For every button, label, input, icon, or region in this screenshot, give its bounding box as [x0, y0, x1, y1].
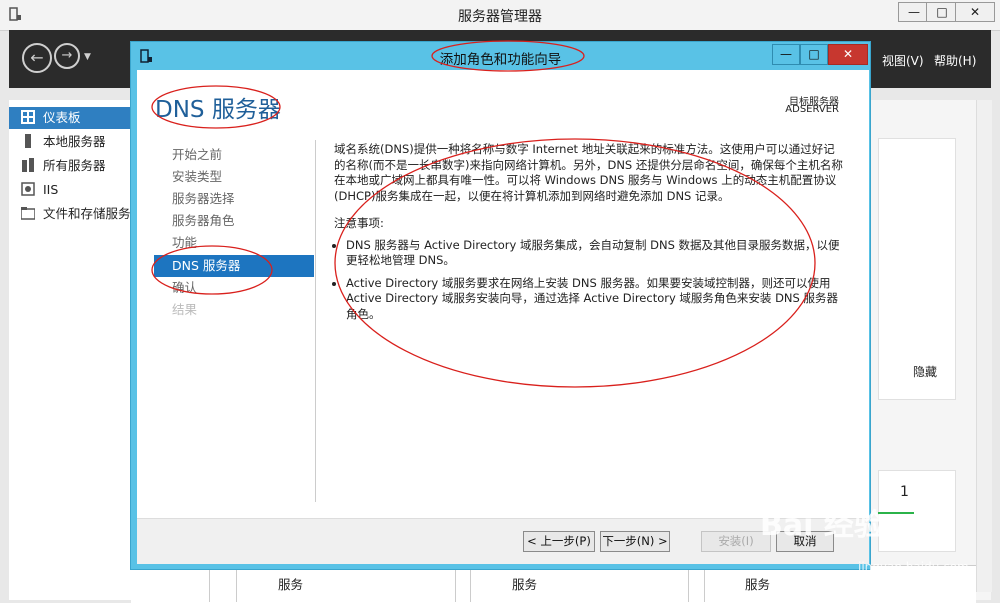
sidebar-item-all-servers[interactable]: 所有服务器 — [9, 155, 131, 177]
baidu-watermark: Bai 经验 — [760, 508, 884, 543]
dialog-minimize-button[interactable]: — — [772, 44, 800, 65]
dialog-title: 添加角色和功能向导 — [439, 52, 562, 68]
sidebar-item-dashboard[interactable]: 仪表板 — [9, 107, 131, 129]
wizard-step-confirmation[interactable]: 确认 — [154, 277, 314, 299]
target-server-name: ADSERVER — [785, 104, 839, 115]
wizard-step-installation-type[interactable]: 安装类型 — [154, 166, 314, 188]
notes-list: DNS 服务器与 Active Directory 域服务集成，会自动复制 DN… — [334, 238, 844, 323]
sidebar-item-label: IIS — [43, 182, 59, 197]
outer-maximize-button[interactable]: □ — [926, 2, 958, 22]
previous-button[interactable]: < 上一步(P) — [523, 531, 595, 552]
dialog-close-button[interactable]: ✕ — [828, 44, 868, 65]
bottom-divider — [470, 565, 471, 602]
wizard-content: 域名系统(DNS)提供一种将名称与数字 Internet 地址关联起来的标准方法… — [334, 142, 844, 329]
bottom-services-label: 服务 — [278, 577, 304, 592]
bottom-services-label: 服务 — [745, 577, 771, 592]
iis-icon — [21, 181, 35, 196]
outer-scrollbar[interactable] — [976, 100, 992, 592]
note-item: DNS 服务器与 Active Directory 域服务集成，会自动复制 DN… — [346, 238, 844, 269]
dashboard-icon — [21, 109, 35, 124]
wizard-step-server-selection[interactable]: 服务器选择 — [154, 188, 314, 210]
menu-help[interactable]: 帮助(H) — [934, 52, 976, 69]
history-dropdown-icon[interactable]: ▼ — [84, 52, 91, 62]
wizard-step-server-roles[interactable]: 服务器角色 — [154, 210, 314, 232]
wizard-step-results: 结果 — [172, 302, 198, 317]
outer-close-button[interactable]: ✕ — [955, 2, 995, 22]
wizard-step-features[interactable]: 功能 — [154, 232, 314, 254]
sidebar-item-label: 仪表板 — [43, 110, 81, 125]
bottom-divider — [704, 565, 705, 602]
wizard-step-before-you-begin[interactable]: 开始之前 — [154, 144, 314, 166]
dashboard-count-tile — [878, 470, 956, 552]
notes-title: 注意事项: — [334, 216, 384, 230]
back-button[interactable]: ← — [22, 43, 52, 73]
intro-text: 域名系统(DNS)提供一种将名称与数字 Internet 地址关联起来的标准方法… — [334, 142, 843, 203]
sidebar: 仪表板 本地服务器 所有服务器 IIS 文件和存储服务 — [9, 100, 132, 600]
next-button[interactable]: 下一步(N) > — [600, 531, 670, 552]
server-icon — [21, 133, 35, 148]
sidebar-item-iis[interactable]: IIS — [9, 179, 131, 201]
bottom-divider — [688, 565, 689, 602]
outer-window-title: 服务器管理器 — [458, 9, 542, 25]
bottom-tile-strip — [131, 565, 976, 603]
dashboard-tile — [878, 138, 956, 400]
menu-view[interactable]: 视图(V) — [882, 52, 924, 69]
sidebar-item-label: 所有服务器 — [43, 158, 106, 173]
dialog-maximize-button[interactable]: □ — [800, 44, 828, 65]
bottom-divider — [209, 565, 210, 602]
storage-icon — [20, 205, 36, 220]
baidu-watermark-url: jingyan.baidu.com — [858, 560, 969, 574]
bottom-services-label: 服务 — [512, 577, 538, 592]
sidebar-item-local-server[interactable]: 本地服务器 — [9, 131, 131, 153]
page-title: DNS 服务器 — [155, 97, 281, 123]
wizard-step-dns-server[interactable]: DNS 服务器 — [154, 255, 314, 277]
steps-divider — [315, 140, 316, 502]
bottom-divider — [455, 565, 456, 602]
forward-button[interactable]: → — [54, 43, 80, 69]
sidebar-item-label: 本地服务器 — [43, 134, 106, 149]
sidebar-item-file-storage[interactable]: 文件和存储服务 — [9, 203, 131, 225]
count-value: 1 — [900, 484, 909, 500]
servers-icon — [21, 157, 35, 172]
hide-link[interactable]: 隐藏 — [913, 363, 937, 380]
note-item: Active Directory 域服务要求在网络上安装 DNS 服务器。如果要… — [346, 276, 844, 323]
bottom-divider — [236, 565, 237, 602]
sidebar-item-label: 文件和存储服务 — [43, 206, 131, 221]
